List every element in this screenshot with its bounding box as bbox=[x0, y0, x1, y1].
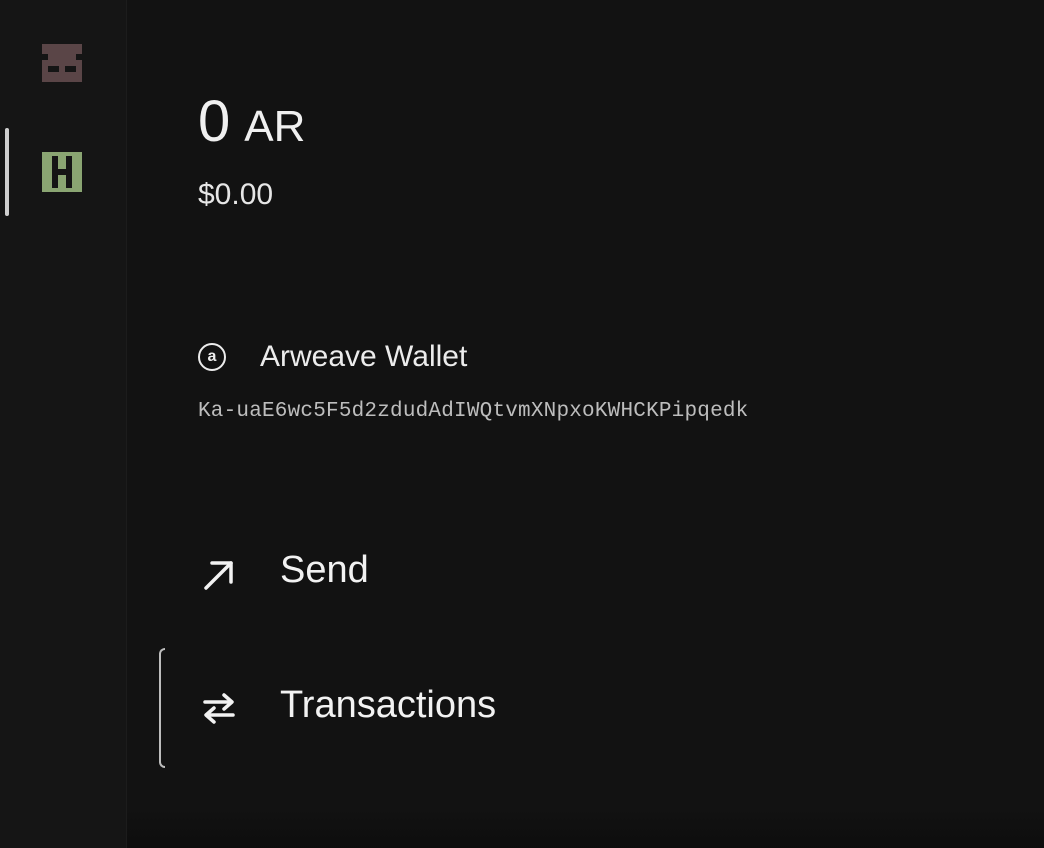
wallet-row: a Arweave Wallet bbox=[198, 340, 467, 374]
sidebar-item-vault[interactable] bbox=[0, 18, 126, 108]
sidebar bbox=[0, 0, 127, 848]
nav-label-transactions: Transactions bbox=[280, 684, 497, 726]
main-panel: 0 AR $0.00 a Arweave Wallet Ka-uaE6wc5F5d… bbox=[127, 0, 1044, 848]
fiat-balance: $0.00 bbox=[198, 178, 274, 211]
wallet-app: 0 AR $0.00 a Arweave Wallet Ka-uaE6wc5F5d… bbox=[0, 0, 1044, 848]
balance: 0 AR bbox=[198, 88, 305, 155]
nav-active-indicator bbox=[159, 648, 165, 768]
nav-item-transactions[interactable]: Transactions bbox=[159, 648, 719, 768]
balance-unit: AR bbox=[244, 102, 306, 151]
swap-arrows-icon bbox=[203, 693, 235, 724]
balance-amount: 0 bbox=[198, 89, 231, 154]
arrow-up-right-icon bbox=[204, 561, 233, 590]
wallet-address[interactable]: Ka-uaE6wc5F5d2zdudAdIWQtvmXNpxoKWHCKPipq… bbox=[198, 400, 749, 423]
nav-label-send: Send bbox=[280, 549, 369, 591]
active-indicator bbox=[5, 128, 9, 216]
sidebar-item-h[interactable] bbox=[0, 128, 126, 218]
wallet-name: Arweave Wallet bbox=[260, 340, 468, 373]
bottom-shade bbox=[127, 808, 1044, 848]
h-logo-icon bbox=[42, 152, 82, 192]
vault-logo-icon bbox=[42, 44, 82, 82]
nav-item-send[interactable]: Send bbox=[159, 513, 719, 633]
arweave-icon: a bbox=[198, 343, 226, 371]
